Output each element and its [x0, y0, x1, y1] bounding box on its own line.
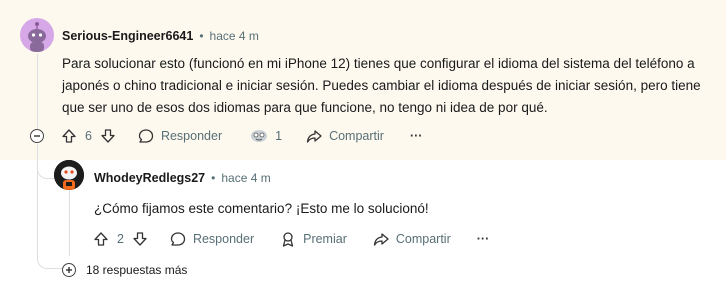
share-icon	[306, 130, 322, 143]
thread-connector	[37, 166, 54, 179]
more-options-button[interactable]: ···	[477, 232, 490, 246]
reply-button[interactable]: Responder	[138, 128, 222, 144]
reply-actions: 2 Responder Premiar Compartir ···	[93, 231, 489, 247]
comment-bubble-icon	[170, 232, 186, 246]
reply-label: Responder	[192, 232, 255, 246]
reply-author[interactable]: WhodeyRedlegs27	[94, 171, 205, 185]
comment-text: Para solucionar esto (funcionó en mi iPh…	[62, 56, 701, 115]
vote-count: 6	[85, 129, 92, 143]
comment-time[interactable]: hace 4 m	[210, 29, 259, 43]
plus-icon	[66, 267, 72, 273]
reply-text: ¿Cómo fijamos este comentario? ¡Esto me …	[94, 201, 429, 216]
reply-header: WhodeyRedlegs27 • hace 4 m	[94, 171, 271, 185]
share-label: Compartir	[395, 232, 451, 246]
share-label: Compartir	[329, 129, 384, 143]
more-replies-label: 18 respuestas más	[86, 263, 188, 277]
comment-header: Serious-Engineer6641 • hace 4 m	[62, 29, 259, 43]
award-ribbon-icon	[282, 232, 294, 247]
downvote-button[interactable]	[100, 128, 116, 144]
collapse-button[interactable]	[30, 129, 44, 143]
share-button[interactable]: Compartir	[306, 128, 384, 144]
award-count: 1	[275, 129, 283, 143]
reply-time[interactable]: hace 4 m	[221, 171, 270, 185]
upvote-button[interactable]	[93, 231, 109, 247]
separator-dot: •	[211, 171, 216, 185]
comment-author[interactable]: Serious-Engineer6641	[62, 29, 193, 43]
expand-button[interactable]	[62, 263, 76, 277]
share-button[interactable]: Compartir	[373, 231, 451, 247]
snoo-avatar-icon	[28, 22, 46, 52]
share-icon	[373, 233, 389, 246]
thread-line	[37, 144, 38, 256]
thread-line	[69, 190, 70, 256]
upvote-button[interactable]	[61, 128, 77, 144]
thread-line	[37, 54, 38, 129]
downvote-icon	[133, 232, 147, 246]
downvote-icon	[101, 129, 115, 143]
award-label: Premiar	[303, 232, 347, 246]
vote-count: 2	[117, 232, 124, 246]
minus-icon	[34, 135, 40, 137]
more-replies-button[interactable]: 18 respuestas más	[62, 263, 187, 277]
award-icon	[251, 130, 268, 142]
award-button[interactable]: Premiar	[280, 231, 347, 247]
avatar[interactable]	[54, 160, 84, 190]
upvote-icon	[94, 232, 108, 246]
upvote-icon	[62, 129, 76, 143]
downvote-button[interactable]	[132, 231, 148, 247]
reply-label: Responder	[160, 129, 223, 143]
snoo-avatar-icon	[54, 160, 84, 190]
avatar[interactable]	[20, 18, 54, 52]
award-button[interactable]: 1	[250, 128, 282, 144]
comment-actions: 6 Responder 1 Compartir ···	[61, 128, 422, 144]
comment-bubble-icon	[138, 129, 154, 143]
more-options-button[interactable]: ···	[410, 129, 423, 143]
separator-dot: •	[199, 29, 204, 43]
reply-button[interactable]: Responder	[170, 231, 254, 247]
